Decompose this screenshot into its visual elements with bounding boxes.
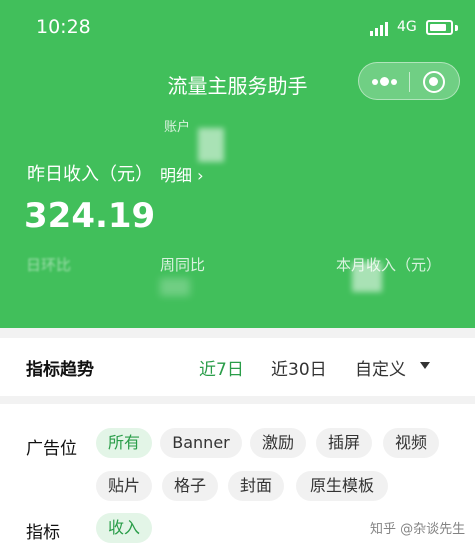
chip-ad-all[interactable]: 所有 bbox=[96, 428, 152, 458]
chip-ad-overlay[interactable]: 贴片 bbox=[96, 471, 152, 501]
status-bar: 10:28 4G bbox=[0, 0, 475, 60]
chip-ad-cover[interactable]: 封面 bbox=[228, 471, 284, 501]
redaction-blur bbox=[198, 128, 224, 162]
range-custom[interactable]: 自定义 bbox=[355, 355, 406, 380]
ad-slot-label: 广告位 bbox=[26, 439, 77, 459]
network-type: 4G bbox=[397, 19, 417, 35]
range-7d[interactable]: 近7日 bbox=[199, 355, 244, 380]
header: 10:28 4G 流量主服务助手 账户 昨日收入（元） 明细 › 324.19 … bbox=[0, 0, 475, 328]
detail-link[interactable]: 明细 › bbox=[160, 162, 204, 186]
account-label[interactable]: 账户 bbox=[164, 116, 190, 135]
watermark: 知乎 @杂谈先生 bbox=[370, 522, 466, 537]
chip-ad-interstitial[interactable]: 插屏 bbox=[316, 428, 372, 458]
summary-sub-row: 日环比 周同比 本月收入（元） bbox=[0, 254, 475, 284]
redaction-blur bbox=[352, 262, 382, 292]
chip-ad-reward[interactable]: 激励 bbox=[250, 428, 306, 458]
day-over-day-label: 日环比 bbox=[26, 256, 72, 274]
chip-metric-income[interactable]: 收入 bbox=[96, 513, 152, 543]
battery-cap bbox=[455, 25, 458, 31]
chip-ad-banner[interactable]: Banner bbox=[160, 428, 242, 458]
chevron-down-icon[interactable] bbox=[420, 362, 430, 369]
chip-ad-grid[interactable]: 格子 bbox=[162, 471, 218, 501]
redaction-blur bbox=[160, 278, 190, 296]
battery-icon bbox=[426, 20, 453, 35]
metric-label: 指标 bbox=[26, 523, 60, 543]
capsule-divider bbox=[409, 72, 410, 92]
status-time: 10:28 bbox=[36, 16, 91, 38]
yesterday-income-value: 324.19 bbox=[24, 196, 156, 236]
more-icon[interactable] bbox=[372, 77, 398, 87]
trend-row: 指标趋势 近7日 近30日 自定义 bbox=[0, 338, 475, 396]
yesterday-income-label: 昨日收入（元） bbox=[27, 164, 153, 185]
close-target-icon[interactable] bbox=[423, 71, 445, 93]
chip-ad-native-template[interactable]: 原生模板 bbox=[296, 471, 388, 501]
range-30d[interactable]: 近30日 bbox=[271, 355, 327, 380]
trend-title: 指标趋势 bbox=[26, 360, 94, 380]
week-over-week-label: 周同比 bbox=[160, 256, 206, 274]
signal-icon bbox=[370, 22, 392, 36]
chip-ad-video[interactable]: 视频 bbox=[383, 428, 439, 458]
miniprogram-capsule bbox=[358, 62, 460, 100]
